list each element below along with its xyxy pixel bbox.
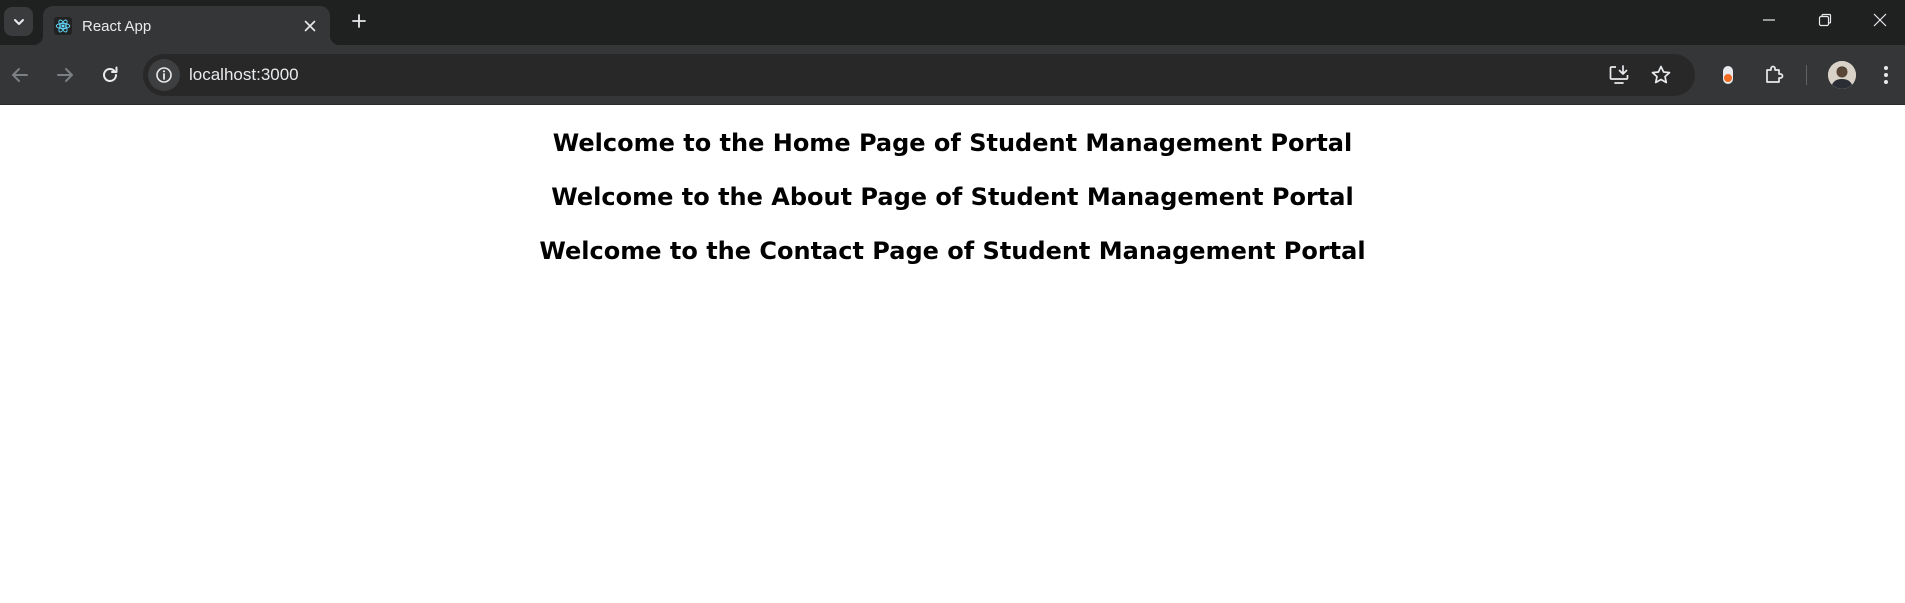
new-tab-button[interactable]: [348, 10, 370, 32]
chevron-down-icon: [13, 18, 24, 25]
reload-button[interactable]: [98, 63, 122, 87]
star-icon: [1651, 65, 1671, 84]
close-window-icon: [1873, 13, 1887, 27]
home-heading: Welcome to the Home Page of Student Mana…: [552, 129, 1353, 157]
install-app-button[interactable]: [1607, 63, 1631, 87]
more-vertical-icon: [1884, 66, 1888, 84]
extensions-menu-button[interactable]: [1762, 63, 1786, 87]
tab-title: React App: [82, 18, 152, 35]
toolbar-separator: [1806, 65, 1807, 85]
bookmark-button[interactable]: [1649, 63, 1673, 87]
info-icon: [156, 67, 172, 83]
page-content: Welcome to the Home Page of Student Mana…: [0, 105, 1905, 603]
install-app-icon: [1609, 65, 1629, 84]
site-info-button[interactable]: [148, 59, 180, 91]
puzzle-icon: [1766, 65, 1784, 83]
restore-button[interactable]: [1811, 8, 1839, 32]
minimize-button[interactable]: [1755, 8, 1783, 32]
url-text[interactable]: localhost:3000: [189, 65, 299, 85]
restore-icon: [1818, 13, 1832, 27]
minimize-icon: [1763, 19, 1775, 21]
forward-button[interactable]: [53, 63, 77, 87]
reload-icon: [103, 66, 118, 82]
about-heading: Welcome to the About Page of Student Man…: [551, 183, 1354, 211]
tab-close-button[interactable]: [302, 18, 317, 33]
tab-search-button[interactable]: [4, 7, 33, 36]
extension-button[interactable]: [1716, 63, 1740, 87]
profile-avatar-icon: [1828, 61, 1856, 89]
address-bar[interactable]: localhost:3000: [143, 54, 1695, 96]
plus-icon: [352, 14, 366, 28]
browser-toolbar: localhost:3000: [0, 45, 1905, 105]
forward-arrow-icon: [57, 68, 73, 82]
browser-menu-button[interactable]: [1874, 63, 1898, 87]
react-logo-icon: [54, 17, 72, 35]
active-tab[interactable]: React App: [33, 6, 340, 45]
close-window-button[interactable]: [1866, 8, 1894, 32]
back-arrow-icon: [12, 68, 28, 82]
profile-avatar[interactable]: [1828, 61, 1856, 89]
tab-strip: React App: [0, 0, 1905, 45]
extension-toggle-icon: [1723, 66, 1733, 84]
close-icon: [304, 20, 315, 31]
back-button[interactable]: [8, 63, 32, 87]
contact-heading: Welcome to the Contact Page of Student M…: [539, 237, 1366, 265]
browser-chrome: React App localhost:3000: [0, 0, 1905, 105]
